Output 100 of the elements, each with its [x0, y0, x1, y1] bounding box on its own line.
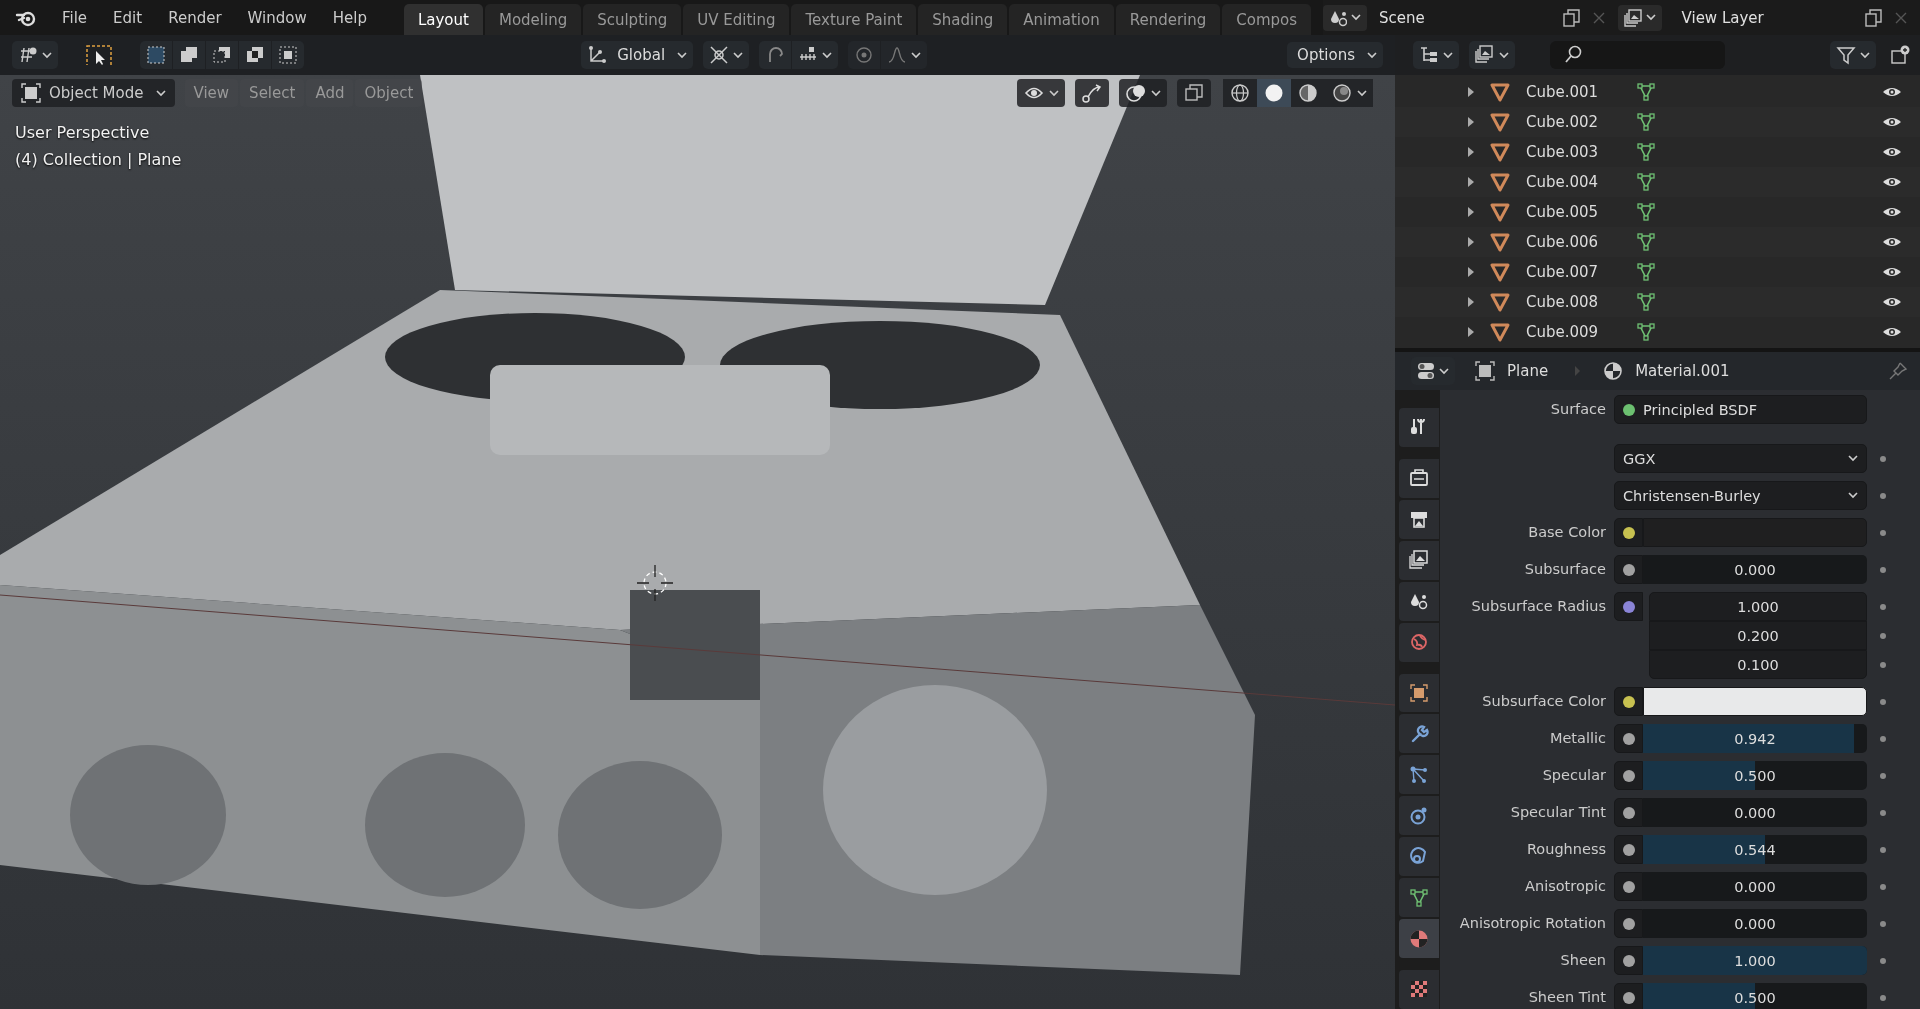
view-layer-selector[interactable]: [1617, 4, 1662, 31]
copy-icon[interactable]: [1561, 8, 1580, 27]
properties-tab[interactable]: [1399, 970, 1439, 1009]
outliner-item-name[interactable]: Cube.001: [1526, 83, 1606, 101]
falloff-button[interactable]: [881, 41, 928, 69]
properties-tab[interactable]: [1399, 796, 1439, 836]
select-extend-button[interactable]: [173, 41, 205, 69]
menu-item[interactable]: Edit: [100, 8, 156, 27]
display-mode-button[interactable]: [1413, 41, 1459, 69]
filter-button[interactable]: [1830, 41, 1876, 69]
visibility-button[interactable]: [1017, 79, 1065, 107]
overlay-button[interactable]: [1119, 79, 1167, 107]
socket-button[interactable]: [1614, 798, 1643, 827]
keyframe-dot[interactable]: [1880, 603, 1886, 610]
gizmo-button[interactable]: [1075, 79, 1109, 107]
proportional-edit-button[interactable]: [848, 41, 881, 69]
mesh-data-icon[interactable]: [1636, 142, 1656, 162]
outliner-item-name[interactable]: Cube.007: [1526, 263, 1606, 281]
number-field[interactable]: 1.000: [1649, 592, 1867, 621]
snap-button[interactable]: [759, 41, 792, 69]
keyframe-dot[interactable]: [1880, 920, 1886, 927]
search-field[interactable]: [1550, 41, 1725, 69]
slider-field[interactable]: 0.000: [1643, 555, 1867, 584]
outliner-item-name[interactable]: Cube.002: [1526, 113, 1606, 131]
outliner-item-name[interactable]: Cube.005: [1526, 203, 1606, 221]
properties-tab[interactable]: [1399, 408, 1439, 447]
tool-settings-button[interactable]: [12, 41, 58, 69]
xray-button[interactable]: [1177, 79, 1211, 107]
properties-tab[interactable]: [1399, 673, 1439, 713]
breadcrumb-item[interactable]: Material.001: [1635, 362, 1730, 380]
workspace-tab[interactable]: Modeling: [484, 4, 582, 35]
number-field[interactable]: 0.200: [1649, 621, 1867, 650]
socket-button[interactable]: [1614, 835, 1643, 864]
socket-button[interactable]: [1614, 946, 1643, 975]
properties-tab[interactable]: [1399, 581, 1439, 621]
pin-icon[interactable]: [1888, 361, 1908, 381]
socket-button[interactable]: [1614, 909, 1643, 938]
keyframe-dot[interactable]: [1880, 994, 1886, 1001]
breadcrumb-item[interactable]: Plane: [1507, 362, 1549, 380]
properties-tab[interactable]: [1399, 540, 1439, 580]
slider-field[interactable]: 0.000: [1643, 872, 1867, 901]
properties-tab[interactable]: [1399, 919, 1439, 958]
keyframe-dot[interactable]: [1880, 735, 1886, 742]
view-layer-filter-button[interactable]: [1469, 41, 1515, 69]
keyframe-dot[interactable]: [1880, 661, 1886, 668]
keyframe-dot[interactable]: [1880, 566, 1886, 573]
socket-button[interactable]: [1614, 518, 1643, 547]
properties-tab[interactable]: [1399, 755, 1439, 795]
workspace-tab[interactable]: Animation: [1009, 4, 1114, 35]
mesh-data-icon[interactable]: [1636, 262, 1656, 282]
socket-button[interactable]: [1614, 761, 1643, 790]
shader-selector[interactable]: Principled BSDF: [1614, 395, 1867, 424]
mesh-data-icon[interactable]: [1636, 292, 1656, 312]
slider-field[interactable]: 1.000: [1643, 946, 1867, 975]
view-layer-name[interactable]: View Layer: [1681, 8, 1864, 27]
outliner-item-name[interactable]: Cube.009: [1526, 323, 1606, 341]
orientation-dropdown[interactable]: Global: [581, 41, 694, 69]
slider-field[interactable]: 0.000: [1643, 798, 1867, 827]
properties-tab[interactable]: [1399, 837, 1439, 877]
mesh-data-icon[interactable]: [1636, 82, 1656, 102]
object-mode-dropdown[interactable]: Object Mode: [12, 79, 175, 107]
socket-button[interactable]: [1614, 724, 1643, 753]
pivot-button[interactable]: [703, 41, 750, 69]
options-dropdown[interactable]: Options: [1287, 42, 1383, 68]
workspace-tab[interactable]: Compos: [1222, 4, 1312, 35]
menu-item[interactable]: Render: [155, 8, 235, 27]
socket-button[interactable]: [1614, 687, 1643, 716]
mesh-data-icon[interactable]: [1636, 202, 1656, 222]
mesh-data-icon[interactable]: [1636, 112, 1656, 132]
workspace-tab[interactable]: Sculpting: [583, 4, 682, 35]
slider-field[interactable]: 0.942: [1643, 724, 1867, 753]
solid-shading-button[interactable]: [1257, 79, 1291, 107]
keyframe-dot[interactable]: [1880, 809, 1886, 816]
snap-target-button[interactable]: [792, 41, 839, 69]
wireframe-shading-button[interactable]: [1223, 79, 1257, 107]
color-swatch[interactable]: [1643, 687, 1867, 716]
select-invert-button[interactable]: [239, 41, 271, 69]
material-shading-button[interactable]: [1291, 79, 1325, 107]
menu-item[interactable]: File: [49, 8, 101, 27]
keyframe-dot[interactable]: [1880, 883, 1886, 890]
outliner-item-name[interactable]: Cube.004: [1526, 173, 1606, 191]
mesh-data-icon[interactable]: [1636, 232, 1656, 252]
workspace-tab[interactable]: Rendering: [1115, 4, 1221, 35]
copy-icon[interactable]: [1864, 8, 1882, 27]
select-new-button[interactable]: [140, 41, 172, 69]
socket-button[interactable]: [1614, 872, 1643, 901]
menu-item[interactable]: Help: [319, 8, 380, 27]
dropdown-field[interactable]: Christensen-Burley: [1614, 481, 1867, 510]
outliner-item-name[interactable]: Cube.003: [1526, 143, 1606, 161]
mesh-data-icon[interactable]: [1636, 172, 1656, 192]
properties-tab[interactable]: [1399, 458, 1439, 498]
properties-tab[interactable]: [1399, 499, 1439, 539]
workspace-tab[interactable]: Shading: [918, 4, 1008, 35]
keyframe-dot[interactable]: [1880, 455, 1886, 462]
new-collection-icon[interactable]: [1890, 45, 1910, 65]
keyframe-dot[interactable]: [1880, 698, 1886, 705]
properties-tab[interactable]: [1399, 714, 1439, 754]
socket-button[interactable]: [1614, 592, 1643, 621]
mesh-data-icon[interactable]: [1636, 322, 1656, 342]
keyframe-dot[interactable]: [1880, 846, 1886, 853]
